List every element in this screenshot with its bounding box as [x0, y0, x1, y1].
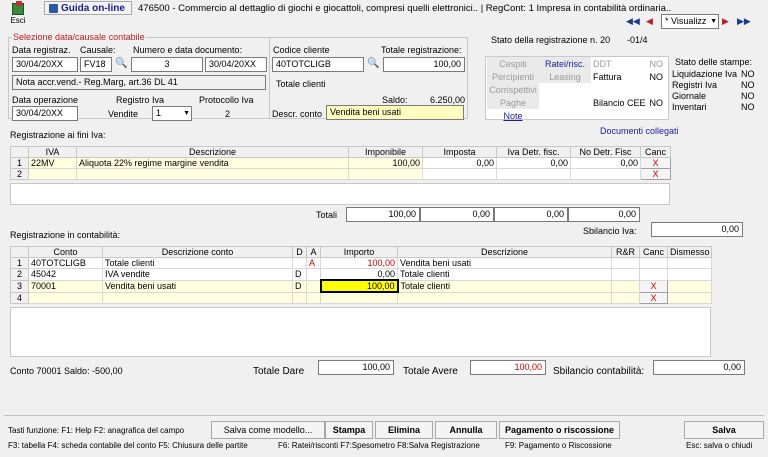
selection-legend: Selezione data/causale contabile	[12, 32, 146, 42]
accounting-imbalance-field: 0,00	[653, 360, 745, 375]
table-row[interactable]: 1 40TOTCLIGB Totale clienti A 100,00 Vendita …	[10, 257, 712, 269]
online-guide-button[interactable]: Guida on-line	[44, 1, 132, 15]
print-status-label: Registri Iva	[672, 80, 718, 90]
status-table: Cespiti Ratei/risc. DDT NO Percipienti Leasi…	[487, 57, 666, 122]
vat-total-detr: 0,00	[494, 207, 568, 222]
table-row[interactable]: 4X	[10, 291, 712, 304]
print-status-label: Giornale	[672, 91, 707, 101]
reg-date-label: Data registraz.	[12, 45, 71, 55]
hotkeys-help: F6: Ratei/risconti F7:Spesometro F8:Salv…	[278, 441, 480, 450]
vat-register-select[interactable]: 1 ▼	[152, 106, 192, 121]
chevron-down-icon: ▼	[710, 18, 717, 25]
account-desc-label: Descr. conto	[272, 109, 323, 119]
vat-register-label: Registro Iva	[116, 95, 165, 105]
exit-icon	[12, 1, 24, 15]
delete-row-button[interactable]: X	[640, 168, 671, 180]
customer-code-field[interactable]: 40TOTCLIGB	[272, 57, 364, 72]
vat-grid-area	[10, 183, 670, 205]
total-dare-label: Totale Dare	[253, 366, 305, 377]
footer-divider	[4, 415, 764, 416]
causal-description: Nota accr.vend.- Reg.Marg, art.36 DL 41	[12, 75, 266, 90]
chevron-down-icon: ▼	[183, 110, 190, 117]
customer-code-label: Codice cliente	[273, 45, 330, 55]
company-title: 476500 - Commercio al dettaglio di gioch…	[138, 3, 672, 14]
linked-docs-link[interactable]: Documenti collegati	[600, 126, 679, 136]
total-avere-field: 100,00	[470, 360, 546, 375]
table-row[interactable]: 2X	[10, 168, 671, 180]
table-row[interactable]: 3 70001 Vendita beni usati D 100,00 Totale cl…	[10, 279, 712, 293]
account-desc-field[interactable]: Vendita beni usati	[326, 105, 464, 120]
doc-number-field[interactable]: 3	[131, 57, 203, 72]
vat-total-nodetr: 0,00	[568, 207, 640, 222]
nav-next-icon[interactable]: ▶	[722, 15, 731, 27]
accounting-table[interactable]: Conto Descrizione conto D A Importo Descrizio…	[10, 246, 712, 304]
hotkeys-help: Tasti funzione: F1: Help F2: anagrafica …	[8, 426, 185, 435]
delete-row-button[interactable]: X	[639, 291, 668, 304]
vat-totals-label: Totali	[316, 210, 338, 220]
status-page: -01/4	[627, 35, 648, 45]
delete-button[interactable]: Elimina	[375, 421, 433, 439]
causal-label: Causale:	[80, 45, 116, 55]
table-row[interactable]: 1 22MV Aliquota 22% regime margine vendita…	[10, 157, 671, 169]
vat-imbalance-label: Sbilancio Iva:	[583, 226, 637, 236]
account-balance-text: Conto 70001 Saldo: -500,00	[10, 366, 123, 376]
nav-first-icon[interactable]: ◀◀	[626, 15, 640, 27]
total-avere-label: Totale Avere	[403, 366, 458, 377]
vat-table[interactable]: IVA Descrizione Imponibile Imposta Iva Detr.…	[10, 146, 671, 180]
protocol-value: 2	[225, 109, 231, 119]
balance-label: Saldo:	[382, 95, 408, 105]
prints-title: Stato delle stampe:	[675, 57, 753, 67]
total-dare-field: 100,00	[318, 360, 394, 375]
nav-last-icon[interactable]: ▶▶	[737, 15, 751, 27]
status-title: Stato della registrazione n. 20	[491, 35, 611, 45]
save-button[interactable]: Salva	[684, 421, 764, 439]
payment-button[interactable]: Pagamento o riscossione	[499, 421, 620, 439]
hotkeys-help: F9: Pagamento o Riscossione	[505, 441, 612, 450]
accounting-imbalance-label: Sbilancio contabilità:	[553, 366, 645, 377]
view-mode-select[interactable]: * Visualizz ▼	[661, 14, 719, 29]
total-reg-label: Totale registrazione:	[381, 45, 462, 55]
table-row[interactable]: 2 45042 IVA vendite D 0,00 Totale clienti	[10, 268, 712, 281]
vat-total-taxable: 100,00	[346, 207, 420, 222]
causal-field[interactable]: FV18	[80, 57, 112, 72]
search-icon[interactable]: 🔍	[367, 58, 379, 70]
protocol-label: Protocollo Iva	[199, 95, 254, 105]
accounting-section-title: Registrazione in contabilità:	[10, 230, 121, 240]
guide-icon	[49, 4, 58, 14]
total-reg-field[interactable]: 100,00	[383, 57, 465, 72]
vat-total-tax: 0,00	[420, 207, 494, 222]
doc-date-field[interactable]: 30/04/20XX	[205, 57, 267, 72]
notes-link[interactable]: Note	[487, 109, 539, 122]
exit-button[interactable]: Esci	[3, 1, 33, 30]
vat-imbalance-field: 0,00	[651, 222, 743, 237]
reg-date-field[interactable]: 30/04/20XX	[12, 57, 78, 72]
vat-register-name: Vendite	[108, 109, 139, 119]
print-status-label: Liquidazione Iva	[672, 69, 738, 79]
accounting-grid-area	[10, 307, 711, 357]
op-date-field[interactable]: 30/04/20XX	[12, 106, 78, 121]
print-status-label: Inventari	[672, 102, 707, 112]
cancel-button[interactable]: Annulla	[435, 421, 497, 439]
delete-row-button[interactable]: X	[640, 157, 671, 169]
balance-value: 6.250,00	[430, 95, 466, 105]
customer-name: Totale clienti	[276, 79, 326, 89]
save-as-model-button[interactable]: Salva come modello...	[211, 421, 325, 439]
delete-row-button[interactable]: X	[639, 279, 668, 293]
vat-section-title: Registrazione ai fini Iva:	[10, 130, 106, 140]
nav-prev-icon[interactable]: ◀	[646, 15, 655, 27]
amount-cell-active[interactable]: 100,00	[319, 279, 399, 293]
search-icon[interactable]: 🔍	[115, 58, 127, 70]
print-button[interactable]: Stampa	[325, 421, 373, 439]
hotkeys-help: F3: tabella F4: scheda contabile del con…	[8, 441, 248, 450]
op-date-label: Data operazione	[12, 95, 79, 105]
docnum-label: Numero e data documento:	[133, 45, 243, 55]
hotkeys-help: Esc: salva o chiudi	[686, 441, 753, 450]
